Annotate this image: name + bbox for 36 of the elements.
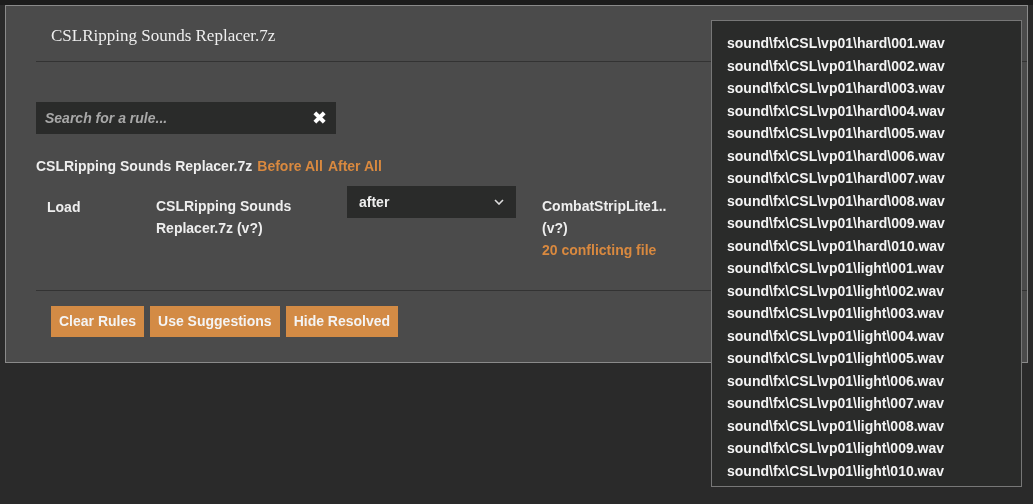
file-path: sound\fx\CSL\vp01\hard\006.wav (727, 146, 946, 166)
file-path: sound\fx\CSL\vp01\light\005.wav (727, 349, 946, 368)
target-mod-name: CombatStripLite1.. (542, 197, 667, 216)
action-button[interactable]: Use Suggestions (150, 306, 280, 337)
file-path: sound\fx\CSL\vp01\hard\010.wav (727, 236, 946, 256)
file-path: sound\fx\CSL\vp01\hard\002.wav (727, 56, 946, 76)
dialog-title: CSLRipping Sounds Replacer.7z (51, 26, 276, 45)
file-path: sound\fx\CSL\vp01\light\007.wav (727, 394, 946, 413)
file-path: sound\fx\CSL\vp01\light\001.wav (727, 259, 946, 278)
file-path: sound\fx\CSL\vp01\light\009.wav (727, 439, 946, 458)
mod-name: CSLRipping Sounds Replacer.7z (36, 157, 253, 176)
file-path: sound\fx\CSL\vp01\hard\008.wav (727, 191, 946, 211)
search-field[interactable]: Search for a rule... ✖ (36, 102, 336, 134)
rule-label: Load (46, 198, 82, 217)
file-path: sound\fx\CSL\vp01\hard\004.wav (727, 101, 946, 121)
action-button[interactable]: Clear Rules (51, 306, 145, 337)
file-path: sound\fx\CSL\vp01\hard\009.wav (727, 214, 946, 233)
file-path: sound\fx\CSL\vp01\light\008.wav (727, 416, 946, 436)
file-path: sound\fx\CSL\vp01\light\003.wav (727, 304, 946, 323)
file-path: sound\fx\CSL\vp01\hard\001.wav (727, 34, 946, 53)
conflicts-link[interactable]: 20 conflicting file (542, 239, 667, 261)
version-text: (v?) (542, 219, 569, 238)
order-dropdown[interactable]: after (347, 186, 516, 218)
file-path: sound\fx\CSL\vp01\light\010.wav (727, 461, 946, 481)
file-path: sound\fx\CSL\vp01\light\002.wav (727, 281, 946, 301)
order-link[interactable]: After All (327, 156, 382, 177)
file-path: sound\fx\CSL\vp01\light\006.wav (727, 371, 946, 391)
chevron-down-icon (494, 199, 504, 205)
clear-icon[interactable]: ✖ (312, 109, 327, 127)
order-link[interactable]: Before All (257, 156, 323, 177)
file-path: sound\fx\CSL\vp01\light\004.wav (727, 326, 946, 346)
file-path: sound\fx\CSL\vp01\hard\005.wav (727, 124, 946, 143)
file-path: sound\fx\CSL\vp01\hard\007.wav (727, 169, 946, 188)
mod-name: CSLRipping Sounds Replacer.7z (v?) (156, 197, 293, 238)
file-path: sound\fx\CSL\vp01\hard\003.wav (727, 79, 946, 98)
action-button[interactable]: Hide Resolved (285, 306, 399, 337)
